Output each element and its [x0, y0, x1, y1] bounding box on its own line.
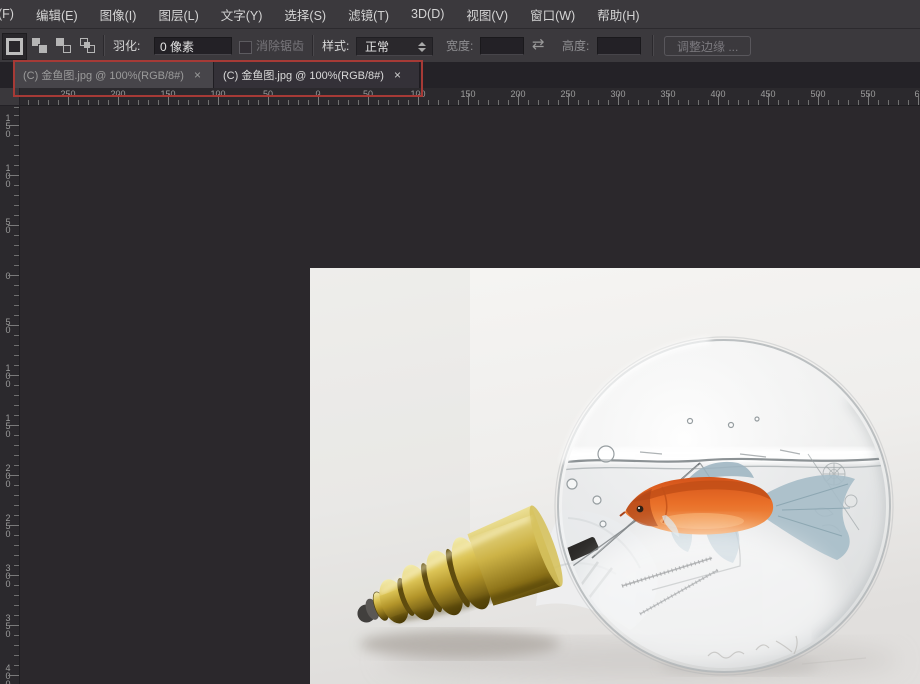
ruler-label: 300 [610, 89, 625, 99]
ruler-label: 250 [60, 89, 75, 99]
document-tab-bar: (C) 金鱼图.jpg @ 100%(RGB/8#) × (C) 金鱼图.jpg… [0, 62, 920, 88]
feather-input[interactable] [154, 37, 232, 55]
ruler-label: 150 [3, 413, 12, 437]
stepper-arrows-icon [418, 42, 426, 52]
menu-item-edit[interactable]: 编辑(E) [25, 5, 89, 24]
vertical-ruler[interactable]: 150 100 50 0 50 100 150 200 250 300 350 … [0, 106, 20, 684]
menu-item-3d[interactable]: 3D(D) [400, 7, 455, 21]
menu-item-help[interactable]: 帮助(H) [586, 5, 650, 24]
close-icon[interactable]: × [194, 69, 201, 81]
add-to-selection-icon [32, 38, 47, 53]
ruler-label: 400 [710, 89, 725, 99]
ruler-label: 450 [760, 89, 775, 99]
ruler-label: 350 [660, 89, 675, 99]
intersect-selection-button[interactable] [77, 35, 97, 55]
intersect-selection-icon [80, 38, 95, 53]
width-label: 宽度: [446, 37, 473, 54]
ruler-label: 100 [210, 89, 225, 99]
height-label: 高度: [562, 37, 589, 54]
document-tab-inactive[interactable]: (C) 金鱼图.jpg @ 100%(RGB/8#) × [14, 62, 214, 88]
ruler-label: 250 [560, 89, 575, 99]
width-input[interactable] [480, 37, 524, 55]
ruler-label: 100 [3, 363, 12, 387]
ruler-label: 200 [3, 463, 12, 487]
antialias-checkbox[interactable] [239, 41, 252, 54]
options-divider [652, 35, 653, 56]
menu-item-view[interactable]: 视图(V) [455, 5, 519, 24]
menu-item-layer[interactable]: 图层(L) [147, 5, 209, 24]
ruler-label: 50 [3, 317, 12, 333]
new-selection-button[interactable] [2, 33, 27, 60]
ruler-label: 150 [160, 89, 175, 99]
ruler-label: 350 [3, 613, 12, 637]
ruler-label: 200 [510, 89, 525, 99]
rectangular-marquee-icon [6, 38, 23, 55]
add-to-selection-button[interactable] [29, 35, 49, 55]
subtract-from-selection-icon [56, 38, 71, 53]
menu-item-select[interactable]: 选择(S) [273, 5, 337, 24]
document-tab-active[interactable]: (C) 金鱼图.jpg @ 100%(RGB/8#) × [214, 62, 420, 88]
height-input[interactable] [597, 37, 641, 55]
tab-title: (C) 金鱼图.jpg @ 100%(RGB/8#) [14, 67, 184, 83]
tab-title: (C) 金鱼图.jpg @ 100%(RGB/8#) [214, 67, 384, 83]
ruler-label: 50 [363, 89, 373, 99]
menu-item-window[interactable]: 窗口(W) [519, 5, 586, 24]
ruler-label: 250 [3, 513, 12, 537]
style-dropdown[interactable]: 正常 [356, 37, 433, 56]
ruler-label: 100 [410, 89, 425, 99]
menu-item-file[interactable]: (F) [0, 7, 25, 21]
options-divider [312, 35, 313, 56]
refine-edge-button[interactable]: 调整边缘 ... [664, 36, 751, 56]
ruler-label: 0 [3, 271, 12, 279]
ruler-label: 400 [3, 663, 12, 684]
ruler-label: 550 [860, 89, 875, 99]
ruler-label: 200 [110, 89, 125, 99]
ruler-label: 500 [810, 89, 825, 99]
menu-bar: (F) 编辑(E) 图像(I) 图层(L) 文字(Y) 选择(S) 滤镜(T) … [0, 0, 920, 29]
ruler-label: 0 [315, 89, 320, 99]
menu-item-image[interactable]: 图像(I) [89, 5, 148, 24]
style-value: 正常 [357, 38, 418, 55]
ruler-label: 150 [3, 113, 12, 137]
close-icon[interactable]: × [394, 69, 401, 81]
menu-item-filter[interactable]: 滤镜(T) [337, 5, 400, 24]
ruler-origin-corner[interactable] [0, 88, 20, 106]
ruler-label: 50 [263, 89, 273, 99]
menu-item-type[interactable]: 文字(Y) [210, 5, 274, 24]
feather-label: 羽化: [113, 37, 140, 54]
ruler-label: 100 [3, 163, 12, 187]
photoshop-window: (F) 编辑(E) 图像(I) 图层(L) 文字(Y) 选择(S) 滤镜(T) … [0, 0, 920, 684]
options-divider [103, 35, 104, 56]
subtract-from-selection-button[interactable] [53, 35, 73, 55]
style-label: 样式: [322, 37, 349, 54]
horizontal-ruler[interactable]: 250 200 150 100 50 0 50 100 150 200 250 … [20, 88, 920, 106]
ruler-label: 6 [914, 89, 919, 99]
options-bar: 羽化: 消除锯齿 样式: 正常 宽度: ⇄ 高度: 调整边缘 ... [0, 29, 920, 63]
antialias-label: 消除锯齿 [256, 37, 304, 54]
ruler-label: 50 [3, 217, 12, 233]
document-image-goldfish-bulb[interactable] [310, 268, 920, 684]
swap-width-height-icon[interactable]: ⇄ [532, 35, 545, 55]
ruler-label: 300 [3, 563, 12, 587]
ruler-label: 150 [460, 89, 475, 99]
